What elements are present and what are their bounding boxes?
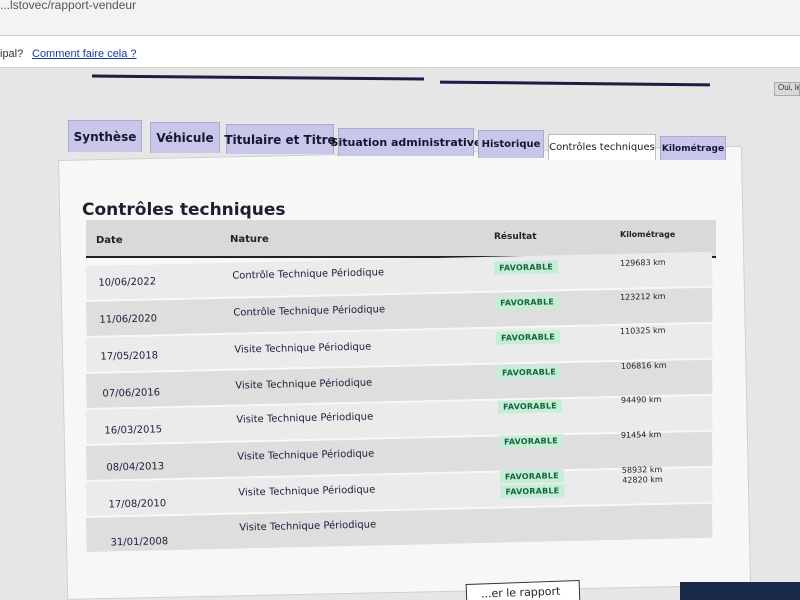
url-text[interactable]: ...lstovec/rapport-vendeur	[0, 0, 136, 12]
tab-synthese[interactable]: Synthèse	[68, 120, 142, 152]
cell-date: 31/01/2008	[110, 536, 169, 549]
status-badge: FAVORABLE	[495, 330, 561, 345]
tab-label: Situation administrative	[330, 136, 482, 149]
cell-km: 58932 km	[621, 464, 663, 475]
tab-label: Véhicule	[156, 131, 214, 145]
cell-nature: Visite Technique Périodique	[239, 519, 377, 534]
divider-rule	[91, 74, 425, 81]
cell-date: 17/08/2010	[108, 498, 167, 511]
tab-historique[interactable]: Historique	[478, 130, 544, 158]
tab-label: Titulaire et Titre	[224, 132, 336, 147]
tab-label: Historique	[481, 139, 541, 150]
cell-date: 08/04/2013	[106, 461, 165, 474]
cell-date: 11/06/2020	[99, 313, 158, 326]
status-badge: FAVORABLE	[494, 260, 559, 275]
column-header-kilometrage: Kilométrage	[620, 230, 676, 239]
status-badge: FAVORABLE	[497, 399, 563, 414]
browser-address-bar[interactable]: ...lstovec/rapport-vendeur	[0, 0, 800, 36]
tab-situation-administrative[interactable]: Situation administrative	[331, 128, 481, 156]
column-header-resultat: Résultat	[494, 232, 537, 242]
cell-nature: Contrôle Technique Périodique	[233, 304, 386, 319]
cell-km: 106816 km	[620, 360, 667, 371]
cell-km: 110325 km	[619, 325, 666, 336]
cell-km: 129683 km	[619, 257, 666, 268]
cell-date: 17/05/2018	[100, 350, 159, 363]
column-header-nature: Nature	[230, 234, 269, 245]
divider-rule	[439, 80, 711, 87]
report-button[interactable]: ...er le rapport	[465, 580, 581, 600]
tab-label: Contrôles techniques	[549, 142, 655, 153]
section-title: Contrôles techniques	[82, 200, 286, 220]
cell-date: 16/03/2015	[104, 424, 163, 437]
tab-label: Synthèse	[73, 129, 137, 144]
status-badge: FAVORABLE	[496, 365, 562, 380]
status-badge: FAVORABLE	[500, 484, 565, 499]
tab-label: Kilométrage	[661, 143, 725, 154]
help-bar: ipal? Comment faire cela ?	[0, 36, 800, 68]
tab-titulaire[interactable]: Titulaire et Titre	[224, 124, 336, 154]
cell-km: 94490 km	[620, 394, 662, 405]
help-question: ipal?	[0, 48, 24, 60]
cell-km: 91454 km	[620, 429, 662, 440]
cell-date: 07/06/2016	[102, 387, 161, 400]
tab-kilometrage[interactable]: Kilométrage	[660, 136, 726, 160]
cell-nature: Visite Technique Périodique	[237, 448, 375, 463]
oui-button[interactable]: Oui, le	[774, 82, 800, 96]
cell-km: 42820 km	[622, 474, 663, 485]
cell-nature: Visite Technique Périodique	[238, 484, 376, 499]
tab-vehicule[interactable]: Véhicule	[150, 122, 220, 153]
cell-km: 123212 km	[619, 291, 666, 302]
cell-nature: Visite Technique Périodique	[234, 341, 372, 356]
taskbar-edge	[680, 582, 800, 600]
column-header-date: Date	[96, 235, 123, 246]
status-badge: FAVORABLE	[498, 434, 564, 449]
help-link[interactable]: Comment faire cela ?	[32, 48, 137, 60]
cell-nature: Visite Technique Périodique	[236, 411, 374, 426]
status-badge: FAVORABLE	[499, 469, 564, 484]
tab-controles-techniques[interactable]: Contrôles techniques	[548, 134, 656, 160]
cell-nature: Visite Technique Périodique	[235, 377, 373, 392]
cell-nature: Contrôle Technique Périodique	[232, 267, 385, 282]
table-header: Date Nature Résultat Kilométrage	[86, 220, 716, 258]
status-badge: FAVORABLE	[494, 295, 560, 310]
cell-date: 10/06/2022	[98, 276, 157, 289]
